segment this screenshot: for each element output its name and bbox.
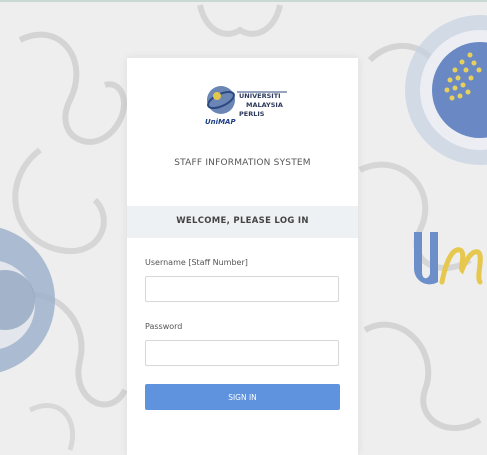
welcome-text: WELCOME, PLEASE LOG IN <box>176 216 309 226</box>
logo-text-malaysia: MALAYSIA <box>246 101 283 109</box>
unimap-logo: UNIVERSITI MALAYSIA PERLIS UniMAP <box>203 82 291 132</box>
password-input[interactable] <box>145 340 339 366</box>
decorative-emblem-right <box>405 15 487 165</box>
logo-text-universiti: UNIVERSITI <box>239 92 281 100</box>
password-label: Password <box>145 322 183 331</box>
username-label: Username [Staff Number] <box>145 258 248 267</box>
sign-in-button[interactable]: SIGN IN <box>145 384 340 410</box>
logo-text-perlis: PERLIS <box>239 110 265 118</box>
login-card: UNIVERSITI MALAYSIA PERLIS UniMAP STAFF … <box>127 58 358 455</box>
logo-text-unimap: UniMAP <box>205 118 236 126</box>
system-title: STAFF INFORMATION SYSTEM <box>174 158 311 168</box>
username-input[interactable] <box>145 276 339 302</box>
welcome-banner: WELCOME, PLEASE LOG IN <box>127 206 358 238</box>
